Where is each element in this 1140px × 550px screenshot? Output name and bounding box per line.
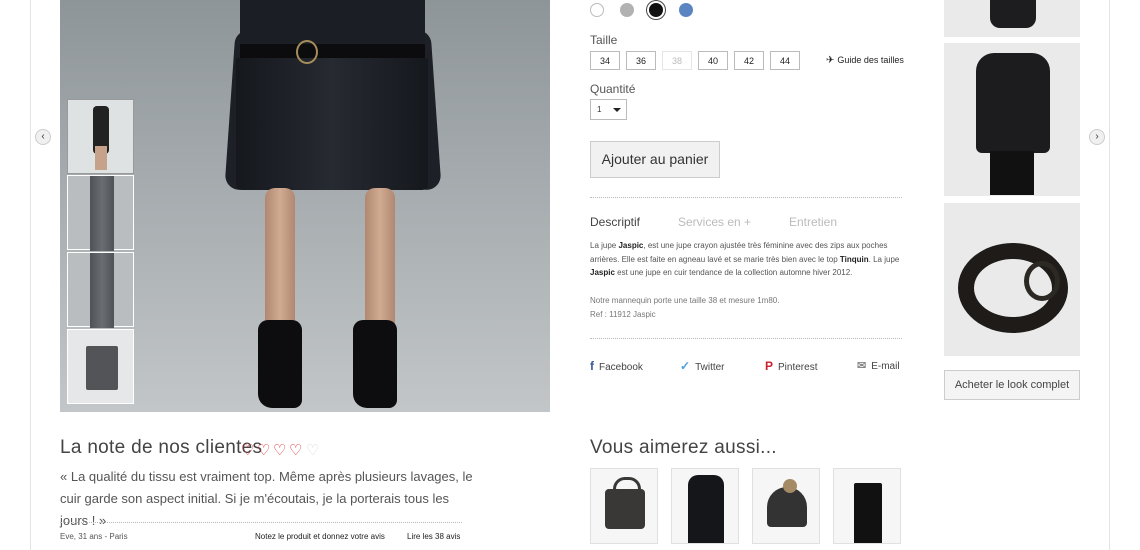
chevron-right-icon[interactable]: › (1089, 129, 1105, 145)
facebook-icon: f (590, 359, 594, 373)
model-boot-left (258, 320, 302, 408)
model-boot-right (353, 320, 397, 408)
heart-icon: ♡ (306, 442, 320, 459)
recommended-product-3[interactable] (752, 468, 820, 544)
product-notes: Notre mannequin porte une taille 38 et m… (590, 294, 779, 321)
size-option-38: 38 (662, 51, 692, 70)
look-item-image-3[interactable] (944, 203, 1080, 356)
model-skirt (236, 58, 428, 190)
quantity-select[interactable]: 1 (590, 99, 627, 120)
twitter-icon: ✓ (680, 359, 691, 373)
read-reviews-link[interactable]: Lire les 38 avis (407, 532, 460, 541)
quantity-value: 1 (597, 105, 602, 114)
size-option-36[interactable]: 36 (626, 51, 656, 70)
shoe-icon: ✈ (826, 55, 835, 66)
share-facebook[interactable]: f Facebook (590, 359, 643, 373)
hat-shape (767, 487, 807, 527)
heart-icon: ♡ (273, 442, 287, 459)
model-belt-buckle (296, 40, 318, 64)
thumb-legs (90, 176, 114, 251)
write-review-link[interactable]: Notez le produit et donnez votre avis (255, 532, 385, 541)
divider (60, 522, 462, 523)
heart-icon: ♡ (241, 442, 255, 459)
pompom-shape (783, 479, 797, 493)
share-twitter-label: Twitter (695, 362, 725, 373)
look-item-shape (976, 53, 1050, 153)
look-item-shape (990, 151, 1034, 195)
color-swatch-black[interactable] (649, 3, 663, 17)
size-label: Taille (590, 33, 618, 47)
model-leg-left (265, 188, 295, 338)
page-frame-right (1109, 0, 1110, 550)
envelope-icon: ✉ (857, 360, 867, 372)
thumbnail-2[interactable] (67, 175, 134, 251)
divider (590, 197, 902, 198)
pinterest-icon: P (765, 359, 774, 373)
buckle-shape (1024, 261, 1060, 301)
quantity-label: Quantité (590, 82, 636, 96)
coat-shape (688, 475, 724, 543)
reviews-title: La note de nos clientes (60, 437, 263, 458)
share-email-label: E-mail (871, 361, 900, 372)
model-belt (240, 44, 425, 58)
divider (590, 338, 902, 339)
add-to-cart-button[interactable]: Ajouter au panier (590, 141, 720, 178)
recommended-product-4[interactable] (833, 468, 901, 544)
heart-icon: ♡ (289, 442, 303, 459)
look-item-image-2[interactable] (944, 43, 1080, 196)
recommended-product-2[interactable] (671, 468, 739, 544)
chevron-down-icon (613, 108, 621, 112)
thumb-legs (95, 146, 107, 170)
color-swatch-blue[interactable] (679, 3, 693, 17)
look-item-image-1[interactable] (944, 0, 1080, 37)
look-item-shape (990, 0, 1036, 28)
size-option-42[interactable]: 42 (734, 51, 764, 70)
share-email[interactable]: ✉ E-mail (857, 359, 900, 372)
review-author: Eve, 31 ans - Paris (60, 532, 128, 541)
top-shape (854, 483, 882, 543)
thumbnail-1[interactable] (67, 99, 134, 174)
tab-services[interactable]: Services en + (678, 215, 751, 229)
buy-complete-look-button[interactable]: Acheter le look complet (944, 370, 1080, 400)
share-pinterest-label: Pinterest (778, 362, 818, 373)
tab-entretien[interactable]: Entretien (789, 215, 837, 229)
size-guide-link[interactable]: ✈ Guide des tailles (826, 55, 904, 66)
tab-descriptif[interactable]: Descriptif (590, 215, 640, 229)
thumbnail-3[interactable] (67, 252, 134, 328)
color-swatch-white[interactable] (590, 3, 604, 17)
product-description: La jupe Jaspic, est une jupe crayon ajus… (590, 241, 900, 277)
thumbnail-4[interactable] (67, 329, 134, 404)
model-leg-right (365, 188, 395, 338)
share-facebook-label: Facebook (599, 362, 643, 373)
color-swatch-grey[interactable] (620, 3, 634, 17)
share-twitter[interactable]: ✓ Twitter (680, 359, 725, 373)
thumb-figure (86, 346, 118, 390)
model-note: Notre mannequin porte une taille 38 et m… (590, 296, 780, 305)
size-option-44[interactable]: 44 (770, 51, 800, 70)
recommended-product-1[interactable] (590, 468, 658, 544)
size-option-34[interactable]: 34 (590, 51, 620, 70)
size-option-40[interactable]: 40 (698, 51, 728, 70)
size-guide-label: Guide des tailles (837, 55, 904, 65)
chevron-left-icon[interactable]: ‹ (35, 129, 51, 145)
heart-icon: ♡ (257, 442, 271, 459)
bag-handle-shape (613, 477, 641, 498)
product-ref: Ref : 11912 Jaspic (590, 309, 656, 319)
thumb-legs (90, 253, 114, 328)
share-pinterest[interactable]: P Pinterest (765, 359, 817, 373)
recommend-title: Vous aimerez aussi... (590, 437, 777, 458)
page-frame-left (30, 0, 31, 550)
